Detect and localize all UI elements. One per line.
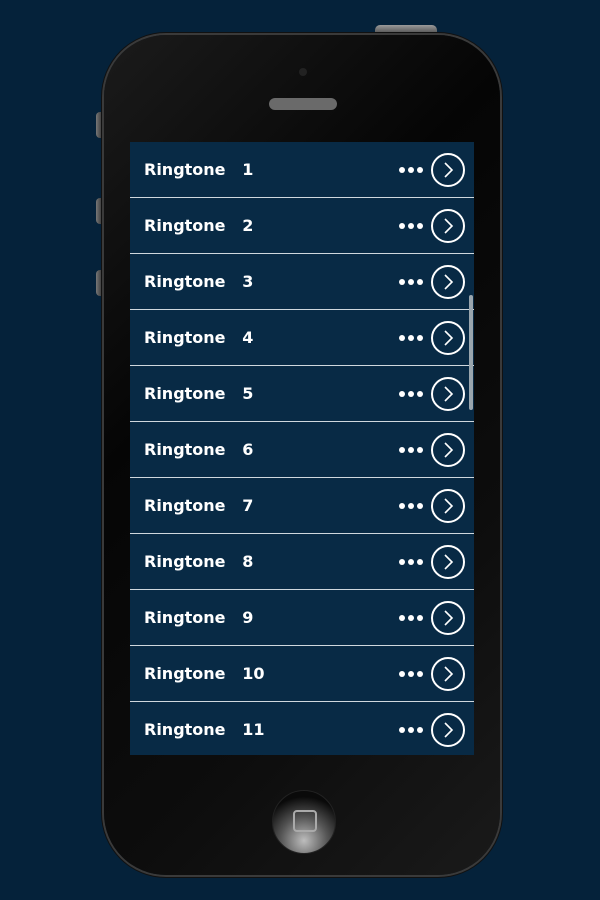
more-horizontal-icon[interactable] (399, 446, 423, 453)
earpiece-speaker (269, 98, 337, 110)
ringtone-label: Ringtone 7 (144, 496, 254, 515)
chevron-right-circle-icon[interactable] (431, 600, 465, 635)
more-horizontal-icon[interactable] (399, 334, 423, 341)
chevron-right-circle-icon[interactable] (431, 264, 465, 299)
ringtone-label: Ringtone 3 (144, 272, 254, 291)
list-item[interactable]: Ringtone 2 (130, 198, 474, 254)
chevron-right-circle-icon[interactable] (431, 152, 465, 187)
chevron-right-circle-icon[interactable] (431, 544, 465, 579)
home-square-icon (293, 810, 317, 832)
list-item[interactable]: Ringtone 11 (130, 702, 474, 755)
home-button[interactable] (272, 790, 336, 854)
ringtone-label: Ringtone 11 (144, 720, 265, 739)
list-item[interactable]: Ringtone 5 (130, 366, 474, 422)
ringtone-label: Ringtone 2 (144, 216, 254, 235)
chevron-right-circle-icon[interactable] (431, 656, 465, 691)
list-item[interactable]: Ringtone 3 (130, 254, 474, 310)
mute-switch (96, 112, 104, 138)
ringtone-list: Ringtone 1 Ringtone 2 Ringtone 3 Rington… (130, 142, 474, 755)
volume-up-button (96, 198, 104, 224)
ringtone-label: Ringtone 9 (144, 608, 254, 627)
ringtone-label: Ringtone 5 (144, 384, 254, 403)
chevron-right-circle-icon[interactable] (431, 712, 465, 747)
more-horizontal-icon[interactable] (399, 670, 423, 677)
list-item[interactable]: Ringtone 7 (130, 478, 474, 534)
list-item[interactable]: Ringtone 8 (130, 534, 474, 590)
scrollbar[interactable] (469, 295, 473, 410)
list-item[interactable]: Ringtone 6 (130, 422, 474, 478)
ringtone-label: Ringtone 1 (144, 160, 254, 179)
list-item[interactable]: Ringtone 9 (130, 590, 474, 646)
ringtone-label: Ringtone 4 (144, 328, 254, 347)
more-horizontal-icon[interactable] (399, 390, 423, 397)
ringtone-label: Ringtone 6 (144, 440, 254, 459)
more-horizontal-icon[interactable] (399, 726, 423, 733)
more-horizontal-icon[interactable] (399, 166, 423, 173)
ringtone-label: Ringtone 8 (144, 552, 254, 571)
more-horizontal-icon[interactable] (399, 222, 423, 229)
chevron-right-circle-icon[interactable] (431, 376, 465, 411)
ringtone-label: Ringtone 10 (144, 664, 265, 683)
more-horizontal-icon[interactable] (399, 614, 423, 621)
list-item[interactable]: Ringtone 1 (130, 142, 474, 198)
list-item[interactable]: Ringtone 10 (130, 646, 474, 702)
more-horizontal-icon[interactable] (399, 278, 423, 285)
chevron-right-circle-icon[interactable] (431, 488, 465, 523)
chevron-right-circle-icon[interactable] (431, 432, 465, 467)
more-horizontal-icon[interactable] (399, 558, 423, 565)
front-camera (299, 68, 307, 76)
list-item[interactable]: Ringtone 4 (130, 310, 474, 366)
power-button (375, 25, 437, 35)
chevron-right-circle-icon[interactable] (431, 320, 465, 355)
chevron-right-circle-icon[interactable] (431, 208, 465, 243)
more-horizontal-icon[interactable] (399, 502, 423, 509)
volume-down-button (96, 270, 104, 296)
